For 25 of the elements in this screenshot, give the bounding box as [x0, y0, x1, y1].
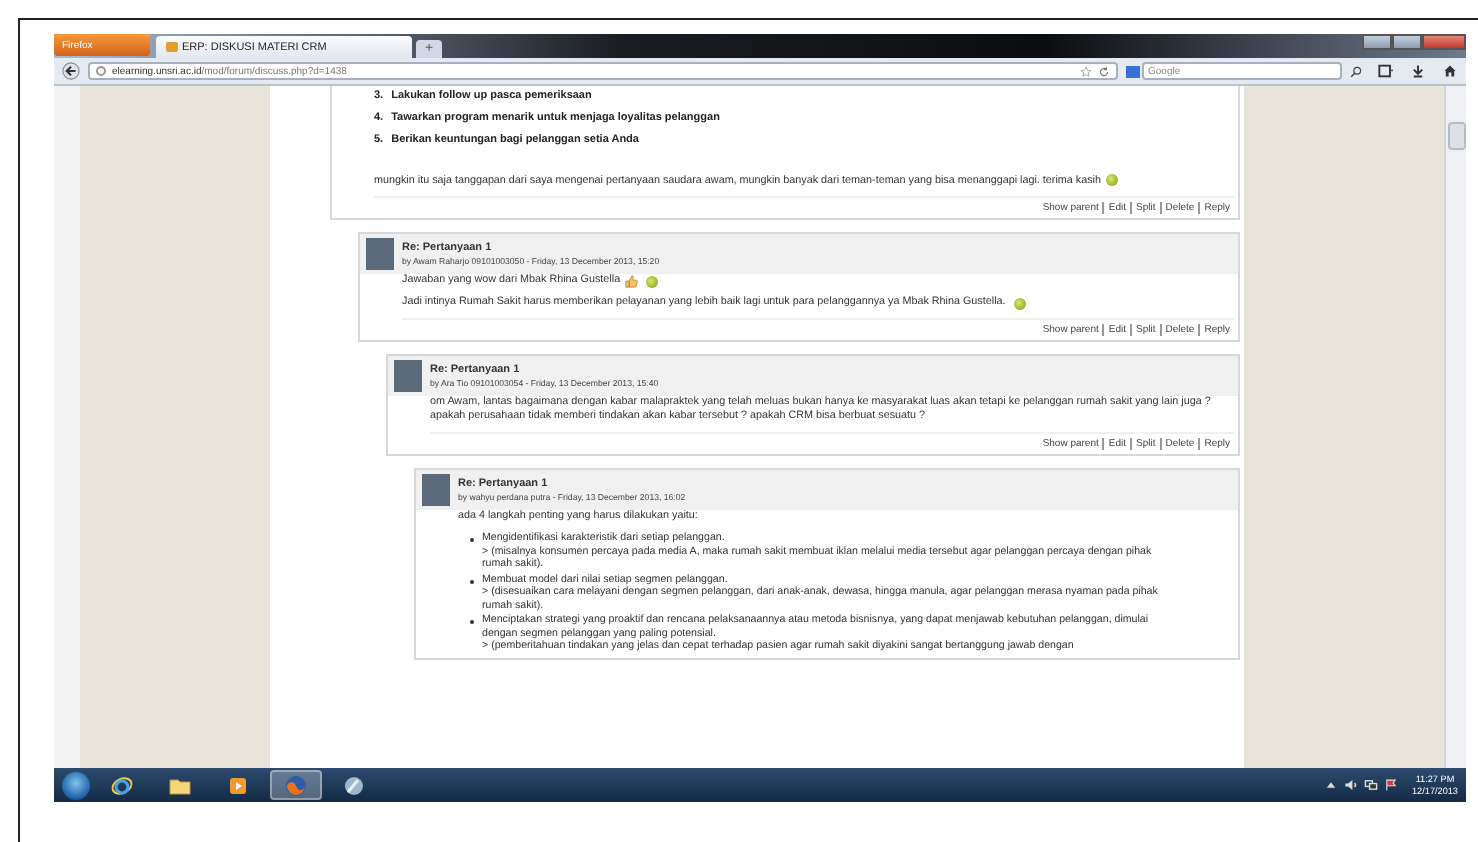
- bookmark-star-icon[interactable]: [1080, 65, 1092, 77]
- maximize-icon[interactable]: [1392, 34, 1422, 50]
- back-icon[interactable]: [62, 62, 80, 80]
- avatar-placeholder: [394, 360, 422, 393]
- avatar-placeholder: [422, 474, 450, 507]
- browser-e-icon: [110, 773, 134, 797]
- media-player-icon: [226, 773, 250, 797]
- close-icon[interactable]: [1422, 34, 1466, 50]
- avatar-placeholder: [366, 238, 394, 271]
- flag-icon[interactable]: [1384, 778, 1398, 792]
- tab-favicon-icon: [166, 42, 178, 52]
- folder-icon: [168, 773, 192, 797]
- reload-icon[interactable]: [1098, 65, 1110, 77]
- search-icon[interactable]: [1350, 65, 1362, 77]
- globe-fox-icon: [284, 773, 308, 797]
- scrollbar[interactable]: [1444, 86, 1466, 768]
- globe-icon: [96, 66, 106, 76]
- tray-arrow-icon[interactable]: [1324, 778, 1338, 792]
- home-icon[interactable]: [1442, 64, 1458, 78]
- speaker-icon[interactable]: [1344, 778, 1358, 792]
- minimize-icon[interactable]: [1362, 34, 1392, 50]
- network-icon[interactable]: [1364, 778, 1378, 792]
- start-button[interactable]: [62, 771, 90, 799]
- search-engine-icon: [1126, 65, 1140, 77]
- download-icon[interactable]: [1410, 64, 1426, 78]
